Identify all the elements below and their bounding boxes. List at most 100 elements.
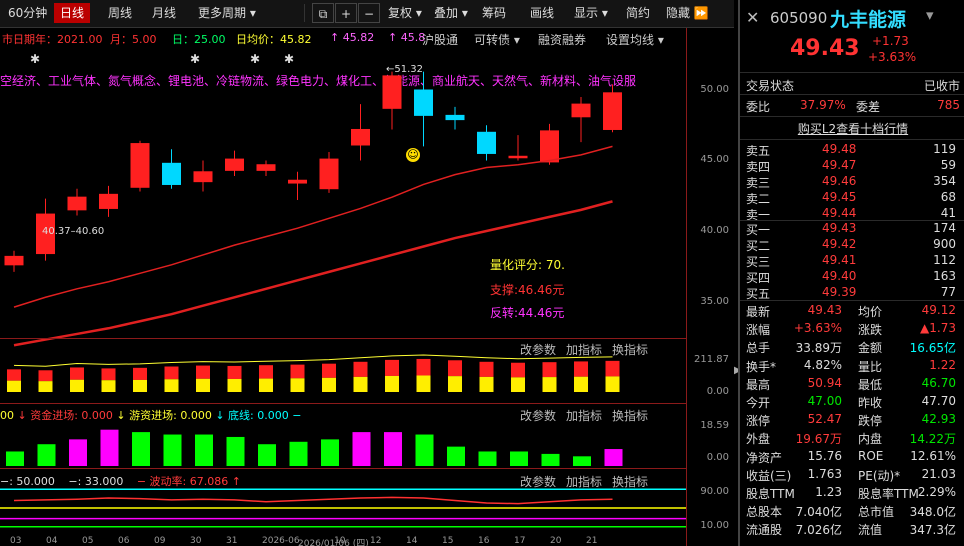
volume-bar [196,365,210,379]
order-book-row[interactable]: 卖三 49.46 354 [746,174,960,190]
tab-weekly[interactable]: 周线 [102,3,138,23]
menu-overlay[interactable]: 叠加 ▾ [428,3,474,23]
dropdown-icon: ▾ [461,6,468,20]
stat-label: PE(动)* [858,468,901,483]
stat-label: 股息TTM [746,487,795,501]
l2-upgrade-link[interactable]: 购买L2查看十档行情 [746,120,960,136]
tab-monthly[interactable]: 月线 [146,3,182,23]
order-book-volume: 174 [933,221,956,235]
order-book-row[interactable]: 买四 49.40 163 [746,269,960,285]
zoom-out-icon[interactable]: − [358,3,380,23]
stat-row: 净资产 15.76 ROE 12.61% [746,449,960,465]
stat-label: 最高 [746,377,771,392]
stat-value: 21.03 [921,466,956,481]
menu-chips[interactable]: 筹码 [476,3,512,23]
stat-value: +3.63% [793,321,842,336]
capital-bar [289,441,308,466]
menu-display[interactable]: 显示 ▾ [568,3,614,23]
window-icon[interactable]: ⧉ [312,3,334,23]
stat-row: 今开 47.00 昨收 47.70 [746,394,960,410]
stat-row: 换手* 4.82% 量比 1.22 [746,358,960,374]
quant-score: 量化评分: 70. [490,258,565,272]
trade-status-label: 交易状态 [746,79,795,93]
date-tick: 09 [154,536,166,546]
menu-adjust[interactable]: 复权 ▾ [382,3,428,23]
order-book-volume: 68 [940,190,956,204]
zoom-in-icon[interactable]: + [335,3,357,23]
stock-name: 九丰能源 [830,9,907,31]
sub3-edit-params[interactable]: 改参数 [520,473,556,490]
menu-simple[interactable]: 简约 [620,3,656,23]
tab-more-periods[interactable]: 更多周期 ▾ [192,3,262,23]
sub1-switch-indicator[interactable]: 换指标 [612,341,648,358]
candle-body [540,130,559,163]
stat-value: 50.94 [807,375,842,390]
sub3-add-indicator[interactable]: 加指标 [566,473,602,490]
divider [740,116,964,117]
sub3-volatility: − 波动率: 67.086 [136,475,229,488]
high-price-value: 51.32 [394,64,424,75]
tab-60min[interactable]: 60分钟 [2,3,53,23]
order-book-level: 卖二 [746,192,771,206]
last-price: 49.43 [790,36,860,61]
price-change-pct: +3.63% [868,50,917,64]
stat-label: 涨幅 [746,323,771,338]
date-tick: 12 [370,536,382,546]
candle-body [256,164,276,171]
l2-upgrade-text: 购买L2查看十档行情 [797,122,909,136]
dropdown-icon: ▾ [415,6,422,20]
order-book-level: 买四 [746,271,771,285]
order-book-row[interactable]: 买五 49.39 77 [746,285,960,301]
menu-draw[interactable]: 画线 [524,3,560,23]
volume-bar [38,381,53,392]
order-book-row[interactable]: 买一 49.43 174 [746,221,960,237]
capital-bar [415,434,434,466]
capital-bar [226,436,245,466]
sub2-add-indicator[interactable]: 加指标 [566,407,602,424]
order-book-row[interactable]: 卖四 49.47 59 [746,158,960,174]
stat-value: 49.12 [921,303,956,317]
stat-label: 最低 [858,377,883,392]
sub3-arrow: ↑ [231,475,241,488]
high-price-marker: ←51.32 [386,64,423,75]
sub3-switch-indicator[interactable]: 换指标 [612,473,648,490]
sub1-edit-params[interactable]: 改参数 [520,341,556,358]
candle-body [603,92,622,130]
stat-value: 49.43 [807,303,842,317]
volume-bar [7,369,21,381]
menu-hide[interactable]: 隐藏 ⏩ [660,3,715,23]
candle-body [351,128,370,146]
tab-daily[interactable]: 日线 [54,3,91,23]
sub2-edit-params[interactable]: 改参数 [520,407,556,424]
order-book-price: 49.39 [822,285,857,299]
sub2-switch-indicator[interactable]: 换指标 [612,407,648,424]
order-book-price: 49.47 [822,158,857,172]
stat-value: 7.026亿 [795,523,842,538]
stat-value: 46.70 [921,375,956,390]
date-tick: 15 [442,536,454,546]
order-book-price: 49.43 [822,221,857,235]
capital-bar [604,449,623,466]
order-book-row[interactable]: 卖二 49.45 68 [746,190,960,206]
stat-label: 量比 [858,359,883,374]
dropdown-icon: ▾ [249,6,256,20]
candle-body [477,131,496,154]
close-icon[interactable]: ✕ [746,8,759,27]
order-book-row[interactable]: 买三 49.41 112 [746,253,960,269]
order-book-price: 49.46 [822,174,857,188]
more-icon[interactable]: ▾ [926,6,934,24]
sub1-add-indicator[interactable]: 加指标 [566,341,602,358]
stat-value: 348.0亿 [909,505,956,520]
volume-bar [416,375,431,392]
volume-bar [38,370,53,382]
order-book-row[interactable]: 卖五 49.48 119 [746,142,960,158]
date-tick: 21 [586,536,598,546]
capital-bar [447,446,465,466]
order-book-volume: 77 [940,285,956,299]
stat-value: 47.70 [921,394,956,408]
low-price-marker: 40.37–40.60 [42,226,105,237]
order-ratio-label: 委比 [746,100,771,114]
order-book-row[interactable]: 买二 49.42 900 [746,237,960,253]
stat-label: 总手 [746,341,771,356]
trade-status-value: 已收市 [923,79,960,93]
